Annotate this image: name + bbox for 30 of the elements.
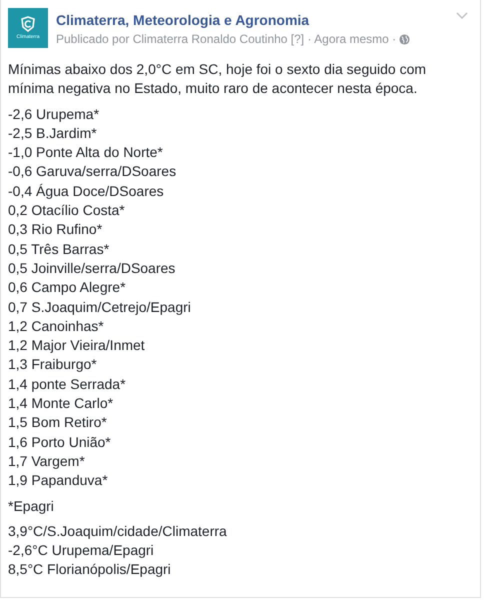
post-line: 1,4 ponte Serrada* <box>8 374 126 394</box>
post-meta: Publicado por Climaterra Ronaldo Coutinho [?] · Agora mesmo · <box>56 31 396 47</box>
post-line: 0,3 Rio Rufino* <box>8 220 102 240</box>
globe-icon[interactable] <box>399 34 410 44</box>
post-line: 1,2 Major Vieira/Inmet <box>8 336 145 356</box>
post-line: 0,2 Otacílio Costa* <box>8 201 125 220</box>
post-line: 1,5 Bom Retiro* <box>8 413 107 432</box>
post-line: 3,9°C/S.Joaquim/cidade/Climaterra <box>8 522 227 541</box>
post-line: 0,7 S.Joaquim/Cetrejo/Epagri <box>8 298 191 317</box>
post-line: *Epagri <box>8 496 54 516</box>
chevron-down-icon[interactable] <box>456 12 468 20</box>
shield-icon <box>21 16 35 32</box>
post-line: 1,7 Vargem* <box>8 452 85 471</box>
post-line: 0,5 Três Barras* <box>8 240 110 259</box>
page-name-link[interactable]: Climaterra, Meteorologia e Agronomia <box>56 11 410 29</box>
post-line: 8,5°C Florianópolis/Epagri <box>8 560 171 580</box>
post-line: 1,6 Porto União* <box>8 432 111 452</box>
post-line: -2,6 Urupema* <box>8 104 100 124</box>
post-line: 0,5 Joinville/serra/DSoares <box>8 258 176 278</box>
post-text: Mínimas abaixo dos 2,0°C em SC, hoje foi o sexto dia seguido com mínima negativa no Estado, muito raro de acontecer nesta época. <box>8 60 428 98</box>
post-line: -0,6 Garuva/serra/DSoares <box>8 162 176 182</box>
post-line: -2,6°C Urupema/Epagri <box>8 541 154 560</box>
post-line: 1,9 Papanduva* <box>8 471 108 490</box>
post-line: 1,3 Fraiburgo* <box>8 355 97 374</box>
post-line: -1,0 Ponte Alta do Norte* <box>8 143 163 162</box>
post-line: 0,6 Campo Alegre* <box>8 278 126 298</box>
post-line: 1,2 Canoinhas* <box>8 316 104 336</box>
post-line: -2,5 B.Jardim* <box>8 124 97 143</box>
post-line: -0,4 Água Doce/DSoares <box>8 182 164 201</box>
post-line: 1,4 Monte Carlo* <box>8 394 114 414</box>
